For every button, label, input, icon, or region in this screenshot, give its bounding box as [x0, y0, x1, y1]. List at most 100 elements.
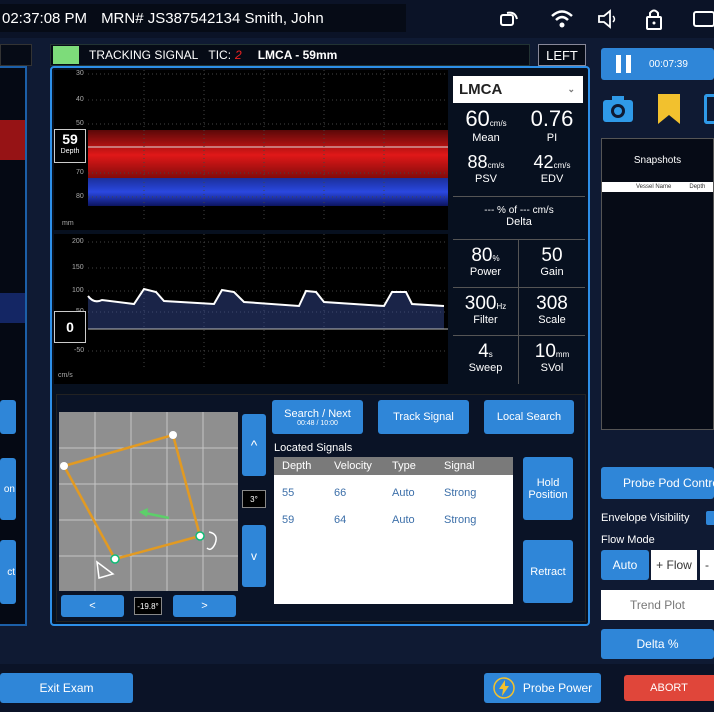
- tracking-label: TRACKING SIGNAL: [89, 48, 199, 62]
- patient-mrn: MRN# JS387542134 Smith, John: [101, 9, 324, 27]
- delta-percent-button[interactable]: Delta %: [601, 629, 714, 659]
- side-toggle-button[interactable]: LEFT: [538, 44, 586, 66]
- gain-label: Gain: [540, 266, 564, 278]
- metric-filter[interactable]: 300Hz Filter: [453, 288, 519, 336]
- metric-psv: 88cm/s PSV: [453, 152, 519, 185]
- depth-marker[interactable]: 59 Depth: [54, 129, 86, 163]
- row-type: Auto: [392, 486, 415, 499]
- metric-sweep[interactable]: 4s Sweep: [453, 336, 519, 384]
- row-depth: 55: [282, 486, 295, 499]
- flow-plus-button[interactable]: + Flow: [651, 550, 697, 580]
- spectral-tick-5: -50: [74, 347, 85, 354]
- angle-vertical-value: 3°: [242, 490, 266, 508]
- screenshot-icon[interactable]: [692, 8, 714, 30]
- lock-icon[interactable]: [642, 8, 666, 30]
- patient-info: 02:37:08 PM MRN# JS387542134 Smith, John: [0, 4, 406, 32]
- metric-power[interactable]: 80% Power: [453, 240, 519, 288]
- pause-icon: [616, 55, 631, 73]
- spectral-waveform: [87, 234, 448, 369]
- spectral-tick-1: 150: [72, 264, 84, 271]
- flow-minus-button[interactable]: -: [700, 550, 714, 580]
- depth-label: Depth: [60, 148, 80, 155]
- vessel-select-value: LMCA: [459, 81, 503, 98]
- left-edge-button-1[interactable]: [0, 400, 16, 434]
- hold-position-button[interactable]: Hold Position: [523, 457, 573, 520]
- lightning-icon: [493, 677, 515, 699]
- exit-exam-button[interactable]: Exit Exam: [0, 673, 133, 703]
- exam-timer: 00:07:39: [649, 58, 688, 70]
- mmode-tick-1: 40: [76, 96, 84, 103]
- tic-label: TIC:: [208, 48, 232, 62]
- metric-edv: 42cm/s EDV: [519, 152, 585, 185]
- gain-value: 50: [541, 245, 563, 266]
- probe-grid-graphic: [59, 412, 238, 591]
- mmode-tick-5: 80: [76, 193, 84, 200]
- export-icon[interactable]: [704, 94, 714, 124]
- probe-pod-control-button[interactable]: Probe Pod Contro: [601, 467, 714, 499]
- svol-value: 10: [534, 341, 556, 362]
- envelope-visibility-toggle[interactable]: [706, 511, 714, 525]
- pause-button[interactable]: 00:07:39: [601, 48, 714, 80]
- metrics-velocity: 60cm/s Mean 0.76 PI 88cm/s PSV 42cm/s ED…: [453, 106, 585, 194]
- svol-label: SVol: [540, 362, 564, 374]
- filter-label: Filter: [473, 314, 498, 326]
- angle-left-button[interactable]: <: [61, 595, 124, 617]
- table-header: Depth Velocity Type Signal: [274, 457, 513, 475]
- angle-up-button[interactable]: ^: [242, 414, 266, 476]
- delta-label: Delta: [506, 216, 532, 228]
- metric-mean: 60cm/s Mean: [453, 106, 519, 144]
- snapshots-header: Vessel Name Depth: [602, 182, 713, 192]
- mmode-tick-4: 70: [76, 169, 84, 176]
- probe-power-label: Probe Power: [522, 681, 593, 695]
- scale-value: 308: [536, 293, 568, 314]
- top-bar: 02:37:08 PM MRN# JS387542134 Smith, John: [0, 0, 714, 38]
- snapshots-title: Snapshots: [633, 155, 682, 166]
- local-search-button[interactable]: Local Search: [484, 400, 574, 434]
- abort-button[interactable]: ABORT: [624, 675, 714, 701]
- sweep-unit: s: [488, 350, 493, 359]
- camera-icon[interactable]: [601, 94, 635, 124]
- sweep-value: 4: [478, 341, 489, 362]
- speaker-icon[interactable]: [596, 8, 620, 30]
- left-edge-button-2[interactable]: on: [0, 458, 16, 520]
- metric-scale[interactable]: 308 Scale: [519, 288, 585, 336]
- angle-down-button[interactable]: v: [242, 525, 266, 587]
- row-velocity: 64: [334, 513, 347, 526]
- envelope-visibility-label: Envelope Visibility: [601, 512, 690, 524]
- angle-right-button[interactable]: >: [173, 595, 236, 617]
- filter-unit: Hz: [496, 302, 507, 311]
- trend-plot-button[interactable]: Trend Plot: [601, 590, 714, 620]
- edv-label: EDV: [540, 173, 564, 185]
- probe-power-button[interactable]: Probe Power: [484, 673, 601, 703]
- search-next-button[interactable]: Search / Next 00:48 / 10:00: [272, 400, 363, 434]
- metric-svol[interactable]: 10mm SVol: [519, 336, 585, 384]
- table-row[interactable]: 59 64 Auto Strong: [274, 506, 513, 533]
- scale-label: Scale: [538, 314, 566, 326]
- mmode-tick-2: 50: [76, 120, 84, 127]
- vessel-select[interactable]: LMCA ⌄: [453, 76, 583, 103]
- retract-button[interactable]: Retract: [523, 540, 573, 603]
- tracking-indicator: [53, 46, 79, 64]
- left-panel-header: [0, 44, 32, 66]
- snap-col-vessel: Vessel Name: [636, 184, 672, 190]
- power-label: Power: [469, 266, 502, 278]
- search-next-label: Search / Next: [284, 407, 351, 420]
- pi-value: 0.76: [530, 106, 574, 131]
- vessel-depth: LMCA - 59mm: [257, 48, 338, 62]
- table-row[interactable]: 55 66 Auto Strong: [274, 479, 513, 506]
- bookmark-icon[interactable]: [656, 92, 682, 126]
- baseline-marker[interactable]: 0: [54, 311, 86, 343]
- probe-position-grid[interactable]: [59, 412, 238, 591]
- header-signal: Signal: [444, 460, 475, 472]
- flow-auto-button[interactable]: Auto: [601, 550, 649, 580]
- edv-unit: cm/s: [553, 161, 571, 170]
- psv-label: PSV: [474, 173, 497, 185]
- metric-gain[interactable]: 50 Gain: [519, 240, 585, 288]
- chevron-down-icon: ⌄: [567, 84, 575, 94]
- left-edge-button-3[interactable]: ct: [0, 540, 16, 604]
- psv-unit: cm/s: [487, 161, 505, 170]
- spectral-unit: cm/s: [58, 372, 73, 379]
- track-signal-button[interactable]: Track Signal: [378, 400, 469, 434]
- screen-rotate-icon[interactable]: [498, 8, 522, 30]
- sweep-label: Sweep: [468, 362, 503, 374]
